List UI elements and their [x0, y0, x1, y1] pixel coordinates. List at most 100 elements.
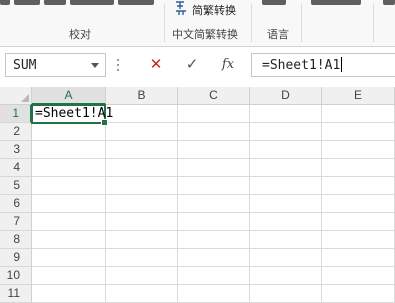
column-header-d[interactable]: D: [250, 87, 322, 105]
cell-c10[interactable]: [178, 267, 250, 285]
ribbon-clipped-button[interactable]: [262, 0, 286, 5]
simplified-traditional-convert-button[interactable]: 简繁转换: [192, 2, 236, 18]
row-header-9[interactable]: 9: [0, 249, 32, 267]
cell-a10[interactable]: [32, 267, 106, 285]
cell-b6[interactable]: [106, 195, 178, 213]
cell-b3[interactable]: [106, 141, 178, 159]
ribbon-clipped-button[interactable]: [44, 0, 66, 5]
row-header-10[interactable]: 10: [0, 267, 32, 285]
chinese-conversion-group-label: 中文简繁转换: [172, 29, 238, 41]
formula-bar-row: SUM ✕ ✓ fx =Sheet1!A1: [0, 47, 395, 87]
name-box[interactable]: SUM: [5, 53, 106, 77]
ribbon-clipped-button[interactable]: [118, 0, 154, 5]
cell-d9[interactable]: [250, 249, 322, 267]
cell-d4[interactable]: [250, 159, 322, 177]
cell-d8[interactable]: [250, 231, 322, 249]
select-all-icon[interactable]: [0, 87, 32, 105]
column-header-b[interactable]: B: [106, 87, 178, 105]
cell-d3[interactable]: [250, 141, 322, 159]
cell-e4[interactable]: [322, 159, 395, 177]
cell-a8[interactable]: [32, 231, 106, 249]
cell-a7[interactable]: [32, 213, 106, 231]
cell-b5[interactable]: [106, 177, 178, 195]
cell-c5[interactable]: [178, 177, 250, 195]
cell-e8[interactable]: [322, 231, 395, 249]
cell-d5[interactable]: [250, 177, 322, 195]
ribbon-clipped-button[interactable]: [383, 0, 395, 5]
enter-icon[interactable]: ✓: [183, 56, 201, 74]
fill-handle[interactable]: [101, 119, 108, 126]
ribbon-clipped-button[interactable]: [311, 0, 361, 5]
cell-e3[interactable]: [322, 141, 395, 159]
convert-icon: [176, 1, 186, 15]
cell-b10[interactable]: [106, 267, 178, 285]
ribbon-clipped-button[interactable]: [14, 0, 40, 5]
row-header-4[interactable]: 4: [0, 159, 32, 177]
row-header-8[interactable]: 8: [0, 231, 32, 249]
column-header-e[interactable]: E: [322, 87, 395, 105]
cell-e2[interactable]: [322, 123, 395, 141]
cell-d11[interactable]: [250, 285, 322, 303]
cell-a3[interactable]: [32, 141, 106, 159]
ribbon-clipped-button[interactable]: [0, 0, 10, 5]
worksheet-grid: A B C D E 1 2 3 4 5 6 7 8 9 10 11 =Sheet…: [0, 87, 395, 303]
cell-e5[interactable]: [322, 177, 395, 195]
cell-b8[interactable]: [106, 231, 178, 249]
active-cell-a1[interactable]: =Sheet1!A1: [31, 104, 113, 126]
cell-e11[interactable]: [322, 285, 395, 303]
cell-c1[interactable]: [178, 105, 250, 123]
cell-a11[interactable]: [32, 285, 106, 303]
row-header-6[interactable]: 6: [0, 195, 32, 213]
column-header-a[interactable]: A: [32, 87, 106, 105]
row-header-7[interactable]: 7: [0, 213, 32, 231]
cell-d2[interactable]: [250, 123, 322, 141]
ribbon: 校对 简繁转换 中文简繁转换 语言: [0, 0, 395, 47]
cell-d10[interactable]: [250, 267, 322, 285]
cell-d7[interactable]: [250, 213, 322, 231]
cell-a4[interactable]: [32, 159, 106, 177]
formula-input[interactable]: =Sheet1!A1: [251, 53, 395, 77]
ribbon-clipped-button[interactable]: [70, 0, 114, 5]
row-header-11[interactable]: 11: [0, 285, 32, 303]
cell-d6[interactable]: [250, 195, 322, 213]
cell-c7[interactable]: [178, 213, 250, 231]
dropdown-arrow-icon[interactable]: [91, 63, 99, 68]
cell-c11[interactable]: [178, 285, 250, 303]
cell-c4[interactable]: [178, 159, 250, 177]
formula-bar-grip[interactable]: [117, 59, 119, 71]
cell-e7[interactable]: [322, 213, 395, 231]
row-header-2[interactable]: 2: [0, 123, 32, 141]
cell-c2[interactable]: [178, 123, 250, 141]
cell-e6[interactable]: [322, 195, 395, 213]
cell-a5[interactable]: [32, 177, 106, 195]
cell-c3[interactable]: [178, 141, 250, 159]
cell-d1[interactable]: [250, 105, 322, 123]
function-icon[interactable]: fx: [219, 56, 237, 74]
cell-b7[interactable]: [106, 213, 178, 231]
cell-b1[interactable]: [106, 105, 178, 123]
name-box-value: SUM: [13, 58, 37, 73]
cell-b4[interactable]: [106, 159, 178, 177]
cell-a2[interactable]: [32, 123, 106, 141]
cell-a9[interactable]: [32, 249, 106, 267]
row-header-1[interactable]: 1: [0, 105, 32, 123]
cell-c9[interactable]: [178, 249, 250, 267]
column-header-c[interactable]: C: [178, 87, 250, 105]
cell-e9[interactable]: [322, 249, 395, 267]
cell-c6[interactable]: [178, 195, 250, 213]
cell-c8[interactable]: [178, 231, 250, 249]
row-header-3[interactable]: 3: [0, 141, 32, 159]
cell-b11[interactable]: [106, 285, 178, 303]
cell-b2[interactable]: [106, 123, 178, 141]
cancel-icon[interactable]: ✕: [147, 56, 165, 74]
formula-text: =Sheet1!A1: [262, 57, 343, 73]
formula-buttons: ✕ ✓ fx: [135, 53, 243, 77]
cell-e1[interactable]: [322, 105, 395, 123]
cell-a6[interactable]: [32, 195, 106, 213]
language-group-label: 语言: [267, 29, 289, 41]
ribbon-divider: [164, 4, 165, 42]
cell-e10[interactable]: [322, 267, 395, 285]
row-header-5[interactable]: 5: [0, 177, 32, 195]
cell-b9[interactable]: [106, 249, 178, 267]
ribbon-divider: [373, 4, 374, 42]
